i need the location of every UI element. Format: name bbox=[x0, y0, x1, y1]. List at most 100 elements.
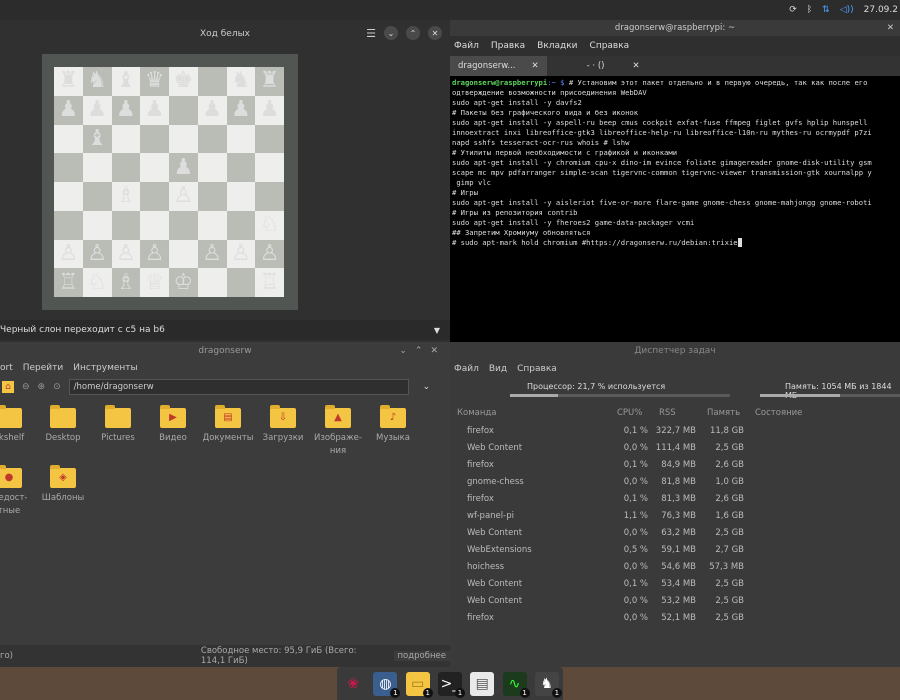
folder-item[interactable]: Desktop bbox=[36, 405, 90, 445]
board-square[interactable] bbox=[226, 182, 256, 211]
board-square[interactable] bbox=[226, 268, 256, 297]
folder-item[interactable]: ▤ Документы bbox=[201, 405, 255, 445]
terminal-output[interactable]: dragonserw@raspberrypi:~ $ # Установим э… bbox=[450, 76, 900, 250]
board-square[interactable]: ♙ bbox=[111, 239, 141, 269]
board-square[interactable]: ♚ bbox=[169, 67, 198, 96]
process-row[interactable]: firefox 0,1 % 81,3 MB 2,6 GB bbox=[450, 490, 900, 507]
board-square[interactable]: ♟ bbox=[82, 95, 112, 125]
board-square[interactable] bbox=[169, 210, 198, 240]
board-square[interactable]: ♟ bbox=[54, 95, 83, 125]
col-state[interactable]: Состояние bbox=[748, 404, 900, 422]
menu-view[interactable]: Вид bbox=[489, 364, 507, 374]
board-square[interactable] bbox=[140, 153, 169, 182]
board-square[interactable] bbox=[197, 210, 227, 240]
board-square[interactable]: ♙ bbox=[197, 239, 227, 269]
chess-board[interactable]: ♜ ♞ ♝ ♛ ♚ ♞ ♜ ♟ ♟ ♟ ♟ ♟ ♟ ♟ ♝ ♟ ♗ ♙ ♘ ♙ ♙ ♙ ♙ ♙ ♙ ♙ ♖ ♘ ♗ ♕ ♔ ♖ bbox=[54, 67, 284, 297]
board-square[interactable] bbox=[226, 210, 256, 240]
board-square[interactable]: ♗ bbox=[111, 182, 141, 211]
folder-item[interactable]: ♪ Музыка bbox=[366, 405, 420, 445]
process-row[interactable]: firefox 0,0 % 52,1 MB 2,5 GB bbox=[450, 609, 900, 626]
back-icon[interactable]: ⊖ bbox=[22, 382, 30, 392]
process-row[interactable]: Web Content 0,1 % 53,4 MB 2,5 GB bbox=[450, 575, 900, 592]
menu-sort[interactable]: ort bbox=[0, 363, 13, 373]
window-controls[interactable]: ⌄⌃✕ bbox=[399, 342, 446, 360]
volume-icon[interactable]: ◁)) bbox=[840, 5, 854, 15]
board-square[interactable] bbox=[82, 210, 112, 240]
board-square[interactable]: ♟ bbox=[169, 153, 198, 182]
board-square[interactable]: ♙ bbox=[169, 182, 198, 211]
hamburger-menu-icon[interactable]: ☰ bbox=[366, 27, 376, 40]
process-row[interactable]: wf-panel-pi 1,1 % 76,3 MB 1,6 GB bbox=[450, 507, 900, 524]
board-square[interactable] bbox=[82, 153, 112, 182]
col-rss[interactable]: RSS bbox=[652, 404, 700, 422]
col-cpu[interactable]: CPU% bbox=[610, 404, 652, 422]
board-square[interactable] bbox=[197, 153, 227, 182]
menu-tools[interactable]: Инструменты bbox=[73, 363, 137, 373]
board-square[interactable] bbox=[169, 124, 198, 154]
update-icon[interactable]: ⟳ bbox=[789, 5, 797, 15]
board-square[interactable]: ♞ bbox=[82, 67, 112, 96]
clock[interactable]: 27.09.2 bbox=[864, 5, 898, 15]
board-square[interactable]: ♟ bbox=[226, 95, 256, 125]
menu-help[interactable]: Справка bbox=[517, 364, 557, 374]
process-row[interactable]: gnome-chess 0,0 % 81,8 MB 1,0 GB bbox=[450, 473, 900, 490]
board-square[interactable]: ♘ bbox=[255, 210, 284, 240]
menu-edit[interactable]: Правка bbox=[491, 41, 525, 51]
board-square[interactable] bbox=[226, 153, 256, 182]
board-square[interactable] bbox=[54, 153, 83, 182]
board-square[interactable]: ♗ bbox=[111, 268, 141, 297]
process-row[interactable]: Web Content 0,0 % 111,4 MB 2,5 GB bbox=[450, 439, 900, 456]
folder-item[interactable]: ▶ Видео bbox=[146, 405, 200, 445]
process-row[interactable]: Web Content 0,0 % 63,2 MB 2,5 GB bbox=[450, 524, 900, 541]
monitor-icon[interactable]: ∿ 1 bbox=[502, 671, 530, 698]
board-square[interactable] bbox=[169, 239, 198, 269]
tab-1[interactable]: dragonserw... ✕ bbox=[450, 56, 547, 76]
folder-item[interactable]: Pictures bbox=[91, 405, 145, 445]
move-history-select[interactable]: Черный слон переходит с c5 на b6 ▼ bbox=[0, 320, 450, 340]
board-square[interactable]: ♞ bbox=[226, 67, 256, 96]
path-input[interactable]: /home/dragonserw bbox=[68, 379, 409, 395]
menu-help[interactable]: Справка bbox=[590, 41, 630, 51]
document-icon[interactable]: ▤ bbox=[470, 671, 495, 696]
minimize-button[interactable]: ⌄ bbox=[384, 26, 398, 40]
board-square[interactable] bbox=[169, 95, 198, 125]
process-row[interactable]: firefox 0,1 % 322,7 MB 11,8 GB bbox=[450, 422, 900, 439]
board-square[interactable]: ♕ bbox=[140, 268, 169, 297]
dropdown-arrow-icon[interactable]: ▼ bbox=[434, 326, 440, 335]
details-button[interactable]: подробнее bbox=[393, 651, 450, 661]
board-square[interactable]: ♘ bbox=[82, 268, 112, 297]
up-icon[interactable]: ⊙ bbox=[53, 382, 61, 392]
process-row[interactable]: Web Content 0,0 % 53,2 MB 2,5 GB bbox=[450, 592, 900, 609]
folder-icon[interactable]: ▭ 1 bbox=[405, 671, 433, 698]
board-square[interactable] bbox=[54, 210, 83, 240]
folder-item[interactable]: ⇩ Загрузки bbox=[256, 405, 310, 445]
col-memory[interactable]: Память bbox=[700, 404, 748, 422]
home-icon[interactable]: ⌂ bbox=[2, 381, 14, 393]
folder-item[interactable]: ▲ Изображе-ния bbox=[311, 405, 365, 458]
raspberry-icon[interactable]: ❀ bbox=[341, 672, 365, 696]
menu-tabs[interactable]: Вкладки bbox=[537, 41, 577, 51]
board-square[interactable]: ♙ bbox=[54, 239, 83, 269]
board-square[interactable] bbox=[82, 182, 112, 211]
board-square[interactable] bbox=[140, 124, 169, 154]
board-square[interactable] bbox=[111, 210, 141, 240]
close-button[interactable]: ✕ bbox=[428, 26, 442, 40]
board-square[interactable]: ♟ bbox=[197, 95, 227, 125]
board-square[interactable]: ♖ bbox=[255, 268, 284, 297]
board-square[interactable] bbox=[197, 67, 227, 96]
tab-2[interactable]: - · () ✕ bbox=[547, 56, 648, 76]
bluetooth-icon[interactable]: ᛒ bbox=[807, 5, 812, 15]
folder-item[interactable]: ◈ Шаблоны bbox=[36, 465, 90, 505]
forward-icon[interactable]: ⊕ bbox=[38, 382, 46, 392]
folder-item[interactable]: ● щедост-тные bbox=[0, 465, 36, 518]
close-icon[interactable]: ✕ bbox=[632, 61, 639, 71]
board-square[interactable]: ♛ bbox=[140, 67, 169, 96]
board-square[interactable]: ♔ bbox=[169, 268, 198, 297]
board-square[interactable]: ♜ bbox=[54, 67, 83, 96]
board-square[interactable]: ♟ bbox=[255, 95, 284, 125]
process-row[interactable]: hoichess 0,0 % 54,6 MB 57,3 MB bbox=[450, 558, 900, 575]
board-square[interactable]: ♙ bbox=[82, 239, 112, 269]
board-square[interactable] bbox=[140, 182, 169, 211]
board-square[interactable] bbox=[197, 182, 227, 211]
board-square[interactable] bbox=[197, 268, 227, 297]
